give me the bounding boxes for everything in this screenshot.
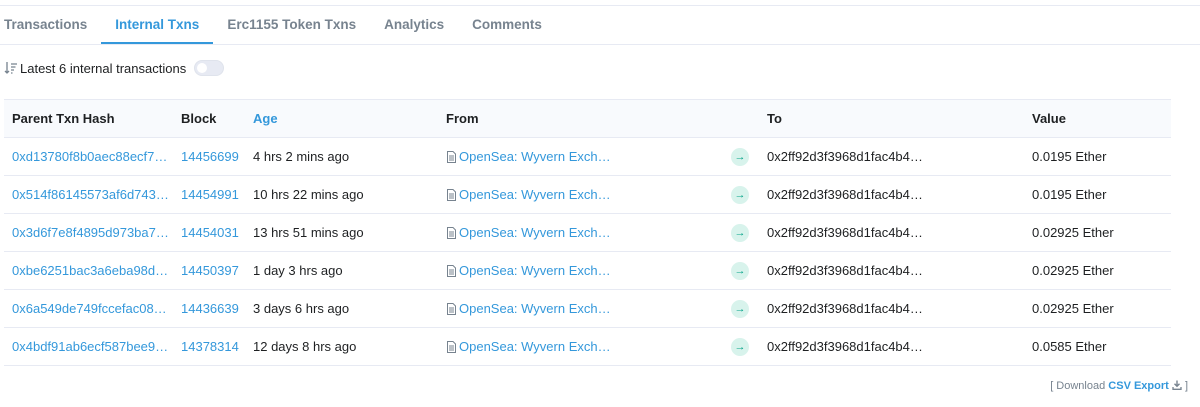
- from-address-link[interactable]: OpenSea: Wyvern Exch…: [459, 339, 611, 354]
- block-link[interactable]: 14378314: [181, 339, 239, 354]
- table-row: 0x6a549de749fccefac08… 14436639 3 days 6 h…: [4, 289, 1171, 328]
- tab-comments[interactable]: Comments: [458, 6, 556, 44]
- download-suffix: ]: [1184, 380, 1188, 392]
- age-cell: 1 day 3 hrs ago: [245, 251, 438, 290]
- to-address: 0x2ff92d3f3968d1fac4b4…: [759, 137, 1024, 176]
- block-link[interactable]: 14454031: [181, 225, 239, 240]
- arrow-right-icon: →: [731, 147, 749, 166]
- value-cell: 0.02925 Ether: [1024, 289, 1171, 328]
- to-address: 0x2ff92d3f3968d1fac4b4…: [759, 251, 1024, 290]
- parent-txn-hash-link[interactable]: 0x514f86145573af6d743…: [12, 187, 169, 202]
- block-link[interactable]: 14436639: [181, 301, 239, 316]
- parent-txn-hash-link[interactable]: 0x4bdf91ab6ecf587bee9…: [12, 339, 168, 354]
- table-row: 0x4bdf91ab6ecf587bee9… 14378314 12 days 8 …: [4, 327, 1171, 366]
- block-link[interactable]: 14456699: [181, 149, 239, 164]
- header-age[interactable]: Age: [245, 99, 438, 138]
- document-icon: [447, 226, 456, 239]
- summary-bar: Latest 6 internal transactions: [0, 45, 1200, 91]
- value-cell: 0.0585 Ether: [1024, 327, 1171, 366]
- tab-erc1155-token-txns[interactable]: Erc1155 Token Txns: [213, 6, 370, 44]
- parent-txn-hash-link[interactable]: 0x3d6f7e8f4895d973ba7…: [12, 225, 169, 240]
- arrow-right-icon: →: [731, 185, 749, 204]
- age-cell: 12 days 8 hrs ago: [245, 327, 438, 366]
- table-row: 0xd13780f8b0aec88ecf7… 14456699 4 hrs 2 mi…: [4, 137, 1171, 176]
- from-address-link[interactable]: OpenSea: Wyvern Exch…: [459, 225, 611, 240]
- header-to: To: [759, 99, 1024, 138]
- csv-export-link[interactable]: CSV Export: [1108, 380, 1169, 392]
- to-address: 0x2ff92d3f3968d1fac4b4…: [759, 213, 1024, 252]
- age-cell: 13 hrs 51 mins ago: [245, 213, 438, 252]
- to-address: 0x2ff92d3f3968d1fac4b4…: [759, 175, 1024, 214]
- arrow-right-icon: →: [731, 261, 749, 280]
- age-cell: 10 hrs 22 mins ago: [245, 175, 438, 214]
- header-direction: [723, 99, 759, 138]
- header-value: Value: [1024, 99, 1171, 138]
- value-cell: 0.0195 Ether: [1024, 137, 1171, 176]
- document-icon: [447, 188, 456, 201]
- to-address: 0x2ff92d3f3968d1fac4b4…: [759, 289, 1024, 328]
- arrow-right-icon: →: [731, 337, 749, 356]
- document-icon: [447, 302, 456, 315]
- age-cell: 3 days 6 hrs ago: [245, 289, 438, 328]
- toggle-switch[interactable]: [194, 60, 225, 76]
- parent-txn-hash-link[interactable]: 0xd13780f8b0aec88ecf7…: [12, 149, 167, 164]
- parent-txn-hash-link[interactable]: 0x6a549de749fccefac08…: [12, 301, 167, 316]
- table-header-row: Parent Txn Hash Block Age From To Value: [4, 99, 1171, 138]
- tab-transactions[interactable]: Transactions: [0, 6, 101, 44]
- download-prefix: [ Download: [1050, 380, 1106, 392]
- from-address-link[interactable]: OpenSea: Wyvern Exch…: [459, 263, 611, 278]
- from-address-link[interactable]: OpenSea: Wyvern Exch…: [459, 301, 611, 316]
- download-footer: [ Download CSV Export ]: [1050, 380, 1188, 392]
- parent-txn-hash-link[interactable]: 0xbe6251bac3a6eba98d…: [12, 263, 168, 278]
- age-cell: 4 hrs 2 mins ago: [245, 137, 438, 176]
- tab-bar: Transactions Internal Txns Erc1155 Token…: [0, 6, 1200, 45]
- value-cell: 0.02925 Ether: [1024, 251, 1171, 290]
- internal-txns-table-wrap: Parent Txn Hash Block Age From To Value …: [4, 99, 1171, 366]
- document-icon: [447, 150, 456, 163]
- arrow-right-icon: →: [731, 223, 749, 242]
- tab-analytics[interactable]: Analytics: [370, 6, 458, 44]
- value-cell: 0.02925 Ether: [1024, 213, 1171, 252]
- header-from: From: [438, 99, 723, 138]
- from-address-link[interactable]: OpenSea: Wyvern Exch…: [459, 187, 611, 202]
- block-link[interactable]: 14450397: [181, 263, 239, 278]
- header-parent-txn-hash: Parent Txn Hash: [4, 99, 173, 138]
- table-row: 0x3d6f7e8f4895d973ba7… 14454031 13 hrs 51 …: [4, 213, 1171, 252]
- tab-internal-txns[interactable]: Internal Txns: [101, 6, 214, 44]
- document-icon: [447, 340, 456, 353]
- arrow-right-icon: →: [731, 299, 749, 318]
- block-link[interactable]: 14454991: [181, 187, 239, 202]
- to-address: 0x2ff92d3f3968d1fac4b4…: [759, 327, 1024, 366]
- summary-text: Latest 6 internal transactions: [20, 60, 187, 76]
- from-address-link[interactable]: OpenSea: Wyvern Exch…: [459, 149, 611, 164]
- document-icon: [447, 264, 456, 277]
- value-cell: 0.0195 Ether: [1024, 175, 1171, 214]
- sort-icon: [4, 62, 17, 74]
- table-row: 0xbe6251bac3a6eba98d… 14450397 1 day 3 hrs…: [4, 251, 1171, 290]
- internal-txns-table: Parent Txn Hash Block Age From To Value …: [4, 99, 1171, 366]
- download-icon[interactable]: [1172, 380, 1182, 390]
- table-row: 0x514f86145573af6d743… 14454991 10 hrs 22 …: [4, 175, 1171, 214]
- header-block: Block: [173, 99, 245, 138]
